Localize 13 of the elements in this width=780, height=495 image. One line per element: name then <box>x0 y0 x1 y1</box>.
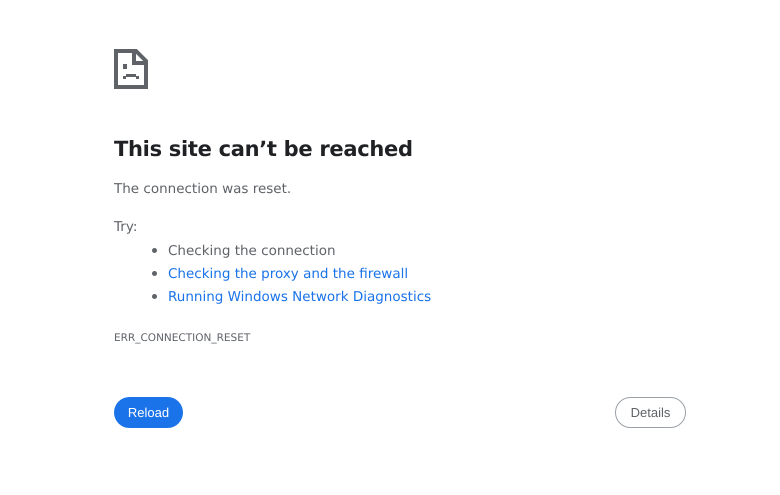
error-message: The connection was reset. <box>114 180 292 199</box>
suggestion-text: Checking the connection <box>168 242 336 258</box>
error-heading: This site can’t be reached <box>114 136 414 163</box>
reload-button[interactable]: Reload <box>114 397 183 428</box>
sad-page-icon <box>114 49 148 89</box>
bullet-icon <box>152 271 157 276</box>
suggestion-link[interactable]: Checking the proxy and the firewall <box>168 266 408 282</box>
bullet-icon <box>152 248 157 253</box>
try-label: Try: <box>114 218 138 237</box>
error-code: ERR_CONNECTION_RESET <box>114 331 252 346</box>
bullet-icon <box>152 294 157 299</box>
suggestion-link[interactable]: Running Windows Network Diagnostics <box>168 288 432 304</box>
details-button[interactable]: Details <box>615 397 686 428</box>
